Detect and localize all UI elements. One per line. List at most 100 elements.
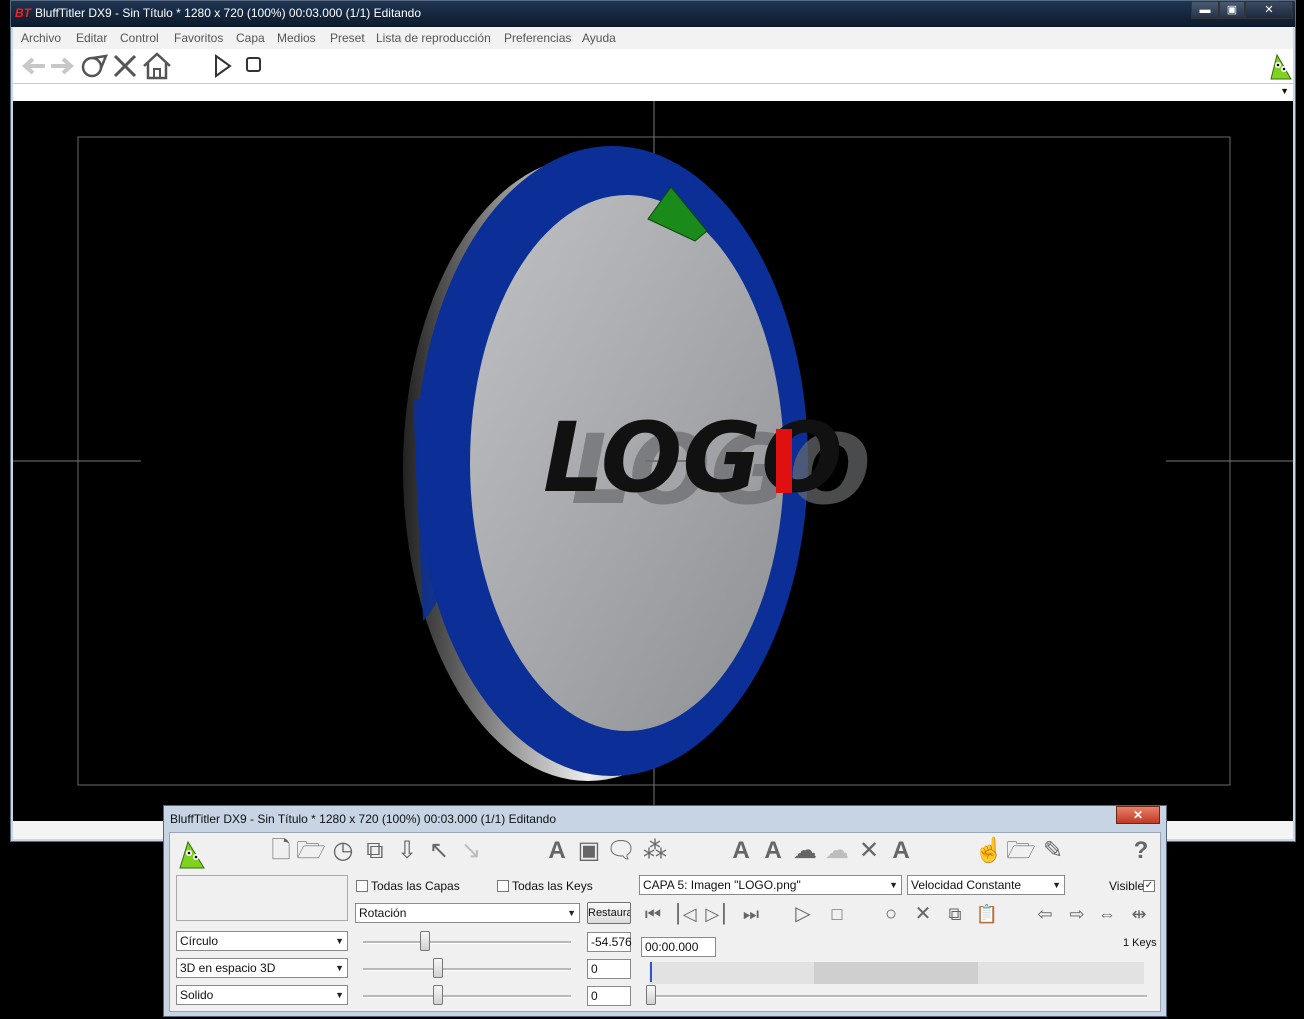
timeline-cursor[interactable] bbox=[650, 962, 652, 982]
slider-3-thumb[interactable] bbox=[432, 985, 443, 1005]
text-shadow-icon[interactable]: A bbox=[758, 838, 788, 868]
chevron-down-icon[interactable]: ▼ bbox=[1280, 86, 1289, 96]
chevron-down-icon: ▼ bbox=[1052, 880, 1061, 890]
close-x-icon[interactable] bbox=[111, 52, 139, 80]
compress-icon[interactable]: ⇹ bbox=[1124, 901, 1154, 931]
visible-checkbox[interactable]: ✓ bbox=[1143, 880, 1155, 892]
shape-select[interactable]: Círculo ▼ bbox=[176, 931, 348, 951]
menu-preset[interactable]: Preset bbox=[330, 31, 365, 45]
logo-text: LOGO bbox=[543, 402, 843, 514]
resize-icon[interactable]: ⧉ bbox=[360, 838, 390, 868]
slider-2-thumb[interactable] bbox=[432, 958, 443, 978]
timeline-selection bbox=[814, 962, 978, 984]
stop-icon[interactable]: □ bbox=[822, 901, 852, 931]
menu-editar[interactable]: Editar bbox=[76, 31, 107, 45]
main-titlebar[interactable]: BT BluffTitler DX9 - Sin Título * 1280 x… bbox=[11, 1, 1295, 27]
next-key-icon[interactable]: ▷⎮ bbox=[702, 901, 732, 931]
cloud-dim-icon[interactable]: ☁ bbox=[822, 838, 852, 868]
folder-open-icon[interactable]: 🗁 bbox=[1006, 838, 1036, 868]
menu-bar: Archivo Editar Control Favoritos Capa Me… bbox=[13, 27, 1293, 49]
cloud-icon[interactable]: ☁ bbox=[790, 838, 820, 868]
redo-icon[interactable] bbox=[79, 52, 109, 80]
chevron-down-icon: ▼ bbox=[335, 936, 344, 946]
menu-preferencias[interactable]: Preferencias bbox=[504, 31, 571, 45]
import-icon[interactable]: ⇩ bbox=[392, 838, 422, 868]
value-2-input[interactable]: 0 bbox=[587, 959, 631, 979]
record-key-icon[interactable]: ○ bbox=[876, 901, 906, 931]
gizmo-red-handle[interactable] bbox=[776, 429, 792, 493]
chevron-down-icon: ▼ bbox=[335, 963, 344, 973]
chevron-down-icon: ▼ bbox=[567, 908, 576, 918]
close-button[interactable]: ✕ bbox=[1245, 1, 1293, 19]
value-1-input[interactable]: -54.576 bbox=[587, 932, 632, 952]
mode-select[interactable]: 3D en espacio 3D ▼ bbox=[176, 958, 348, 978]
arrow-down-right-icon[interactable]: ↘ bbox=[456, 838, 486, 868]
particles-icon[interactable]: ⁂ bbox=[640, 838, 670, 868]
clock-icon[interactable]: ◷ bbox=[328, 838, 358, 868]
render-viewport[interactable]: LOGO LOGO bbox=[13, 101, 1293, 821]
property-select[interactable]: Rotación ▼ bbox=[355, 903, 580, 923]
menu-capa[interactable]: Capa bbox=[236, 31, 265, 45]
skip-to-start-icon[interactable]: ⏮ bbox=[638, 901, 668, 931]
main-window: BT BluffTitler DX9 - Sin Título * 1280 x… bbox=[10, 0, 1296, 842]
maximize-button[interactable]: ▣ bbox=[1219, 1, 1245, 19]
skip-to-end-icon[interactable]: ⏭ bbox=[736, 901, 766, 931]
menu-favoritos[interactable]: Favoritos bbox=[174, 31, 223, 45]
todas-capas-checkbox[interactable] bbox=[356, 880, 368, 892]
home-icon[interactable] bbox=[141, 51, 173, 81]
restore-button[interactable]: Restaura bbox=[587, 902, 631, 924]
stop-icon[interactable] bbox=[245, 56, 263, 74]
arrow-left-icon[interactable] bbox=[19, 53, 49, 79]
text-outline-icon[interactable]: A bbox=[726, 838, 756, 868]
arrow-right-icon[interactable] bbox=[47, 53, 77, 79]
app-logo-icon: BT bbox=[15, 6, 31, 20]
toolbar bbox=[13, 49, 1293, 83]
menu-medios[interactable]: Medios bbox=[277, 31, 316, 45]
text-style-icon[interactable]: A bbox=[542, 838, 572, 868]
paste-key-icon[interactable]: 📋 bbox=[972, 901, 1002, 931]
keys-count: 1 Keys bbox=[1123, 937, 1157, 949]
text-effect-icon[interactable]: A bbox=[886, 838, 916, 868]
menu-ayuda[interactable]: Ayuda bbox=[582, 31, 616, 45]
thumb-icon[interactable]: ☝ bbox=[974, 838, 1004, 868]
delete-key-icon[interactable]: ✕ bbox=[908, 901, 938, 931]
shift-left-icon[interactable]: ⇦ bbox=[1030, 901, 1060, 931]
scene-preview: LOGO LOGO bbox=[13, 101, 1293, 821]
render-select[interactable]: Solido ▼ bbox=[176, 985, 348, 1005]
visible-label: Visible bbox=[1109, 879, 1145, 893]
dialog-body: 🗋 🗁 ◷ ⧉ ⇩ ↖ ↘ A ▣ 🗨 ⁂ A A ☁ ☁ ✕ A ☝ 🗁 ✎ … bbox=[169, 832, 1161, 1012]
help-icon[interactable]: ? bbox=[1126, 838, 1156, 868]
dialog-close-button[interactable]: ✕ bbox=[1116, 806, 1160, 824]
minimize-button[interactable]: ▬ bbox=[1191, 1, 1219, 19]
copy-key-icon[interactable]: ⧉ bbox=[940, 901, 970, 931]
text-frame-icon[interactable]: ▣ bbox=[574, 838, 604, 868]
shift-right-icon[interactable]: ⇨ bbox=[1062, 901, 1092, 931]
stretch-icon[interactable]: ⇔ bbox=[1092, 901, 1122, 931]
time-slider-thumb[interactable] bbox=[646, 985, 656, 1005]
mascot-icon[interactable] bbox=[176, 838, 206, 870]
mascot-icon[interactable] bbox=[1265, 51, 1293, 81]
todas-keys-checkbox[interactable] bbox=[497, 880, 509, 892]
previous-key-icon[interactable]: ⎮◁ bbox=[670, 901, 700, 931]
arrow-up-left-icon[interactable]: ↖ bbox=[424, 838, 454, 868]
layer-combo-bar[interactable]: ▼ bbox=[13, 83, 1293, 102]
play-icon[interactable]: ▷ bbox=[788, 901, 818, 931]
menu-lista-reproduccion[interactable]: Lista de reproducción bbox=[376, 31, 491, 45]
play-icon[interactable] bbox=[211, 53, 233, 79]
speech-bubble-icon[interactable]: 🗨 bbox=[606, 838, 636, 868]
chevron-down-icon: ▼ bbox=[335, 990, 344, 1000]
slider-1-thumb[interactable] bbox=[420, 931, 431, 951]
time-input[interactable]: 00:00.000 bbox=[641, 937, 716, 957]
layer-preview-box bbox=[176, 875, 348, 921]
menu-archivo[interactable]: Archivo bbox=[21, 31, 61, 45]
open-folder-icon[interactable]: 🗁 bbox=[296, 838, 326, 868]
magic-wand-icon[interactable]: ✎ bbox=[1038, 838, 1068, 868]
speed-select[interactable]: Velocidad Constante ▼ bbox=[907, 875, 1065, 895]
layer-select[interactable]: CAPA 5: Imagen "LOGO.png" ▼ bbox=[639, 875, 902, 895]
slider-2-track bbox=[363, 968, 571, 971]
new-layer-icon[interactable]: 🗋 bbox=[266, 838, 296, 868]
chevron-down-icon: ▼ bbox=[889, 880, 898, 890]
delete-x-icon[interactable]: ✕ bbox=[854, 838, 884, 868]
value-3-input[interactable]: 0 bbox=[587, 986, 631, 1006]
menu-control[interactable]: Control bbox=[120, 31, 159, 45]
